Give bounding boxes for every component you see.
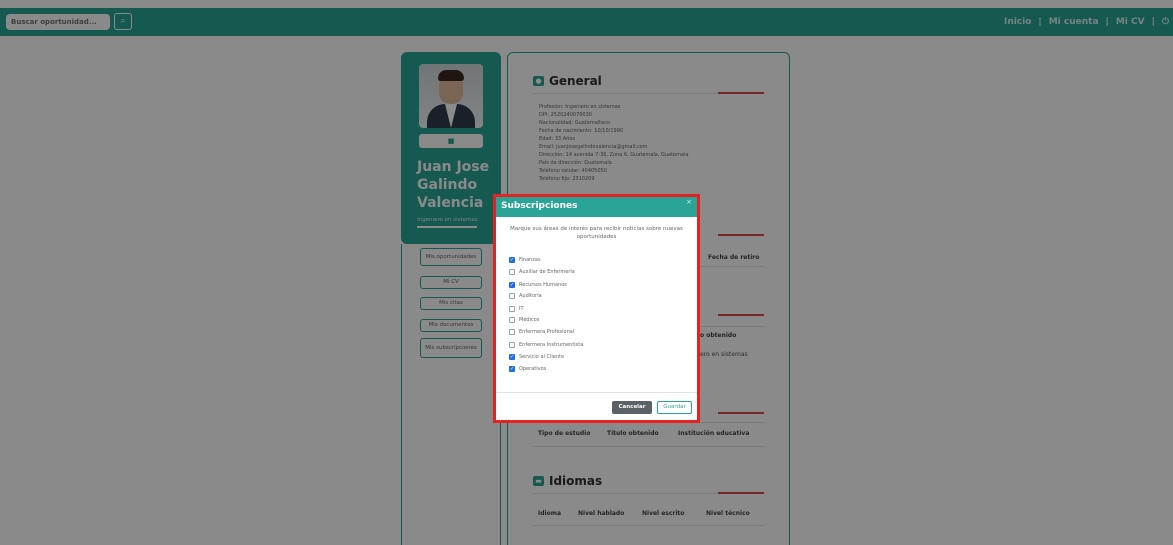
- subscription-option-auditoria[interactable]: Auditoría: [509, 292, 542, 300]
- checkbox[interactable]: [509, 293, 515, 299]
- cancel-button[interactable]: Cancelar: [612, 401, 652, 414]
- subscription-option-servicio-cliente[interactable]: ✓ Servicio al Cliente: [509, 353, 564, 361]
- subscription-option-it[interactable]: IT: [509, 305, 524, 313]
- checkbox[interactable]: [509, 306, 515, 312]
- modal-title: Subscripciones: [501, 201, 578, 211]
- close-icon[interactable]: ×: [686, 198, 692, 206]
- checkbox[interactable]: [509, 269, 515, 275]
- subscription-option-operativos[interactable]: ✓ Operativos: [509, 365, 546, 373]
- checkbox[interactable]: ✓: [509, 257, 515, 263]
- checkbox[interactable]: ✓: [509, 282, 515, 288]
- modal-description: Marque sus áreas de interés para recibir…: [510, 226, 683, 240]
- checkbox[interactable]: [509, 342, 515, 348]
- checkbox[interactable]: [509, 329, 515, 335]
- modal-footer-divider: [496, 392, 697, 393]
- subscription-option-auxiliar-enfermeria[interactable]: Auxiliar de Enfermería: [509, 268, 575, 276]
- subscription-option-medicos[interactable]: Médicos: [509, 316, 539, 324]
- subscription-option-enfermera-profesional[interactable]: Enfermera Profesional: [509, 328, 574, 336]
- subscription-option-enfermera-instrumentista[interactable]: Enfermera Instrumentista: [509, 341, 583, 349]
- checkbox[interactable]: ✓: [509, 366, 515, 372]
- save-button[interactable]: Guardar: [657, 401, 692, 414]
- subscription-option-finanzas[interactable]: ✓ Finanzas: [509, 256, 541, 264]
- subscription-option-recursos-humanos[interactable]: ✓ Recursos Humanos: [509, 281, 567, 289]
- checkbox[interactable]: [509, 317, 515, 323]
- checkbox[interactable]: ✓: [509, 354, 515, 360]
- modal-header: Subscripciones ×: [496, 197, 697, 217]
- subscriptions-modal: Subscripciones × Marque sus áreas de int…: [493, 194, 700, 423]
